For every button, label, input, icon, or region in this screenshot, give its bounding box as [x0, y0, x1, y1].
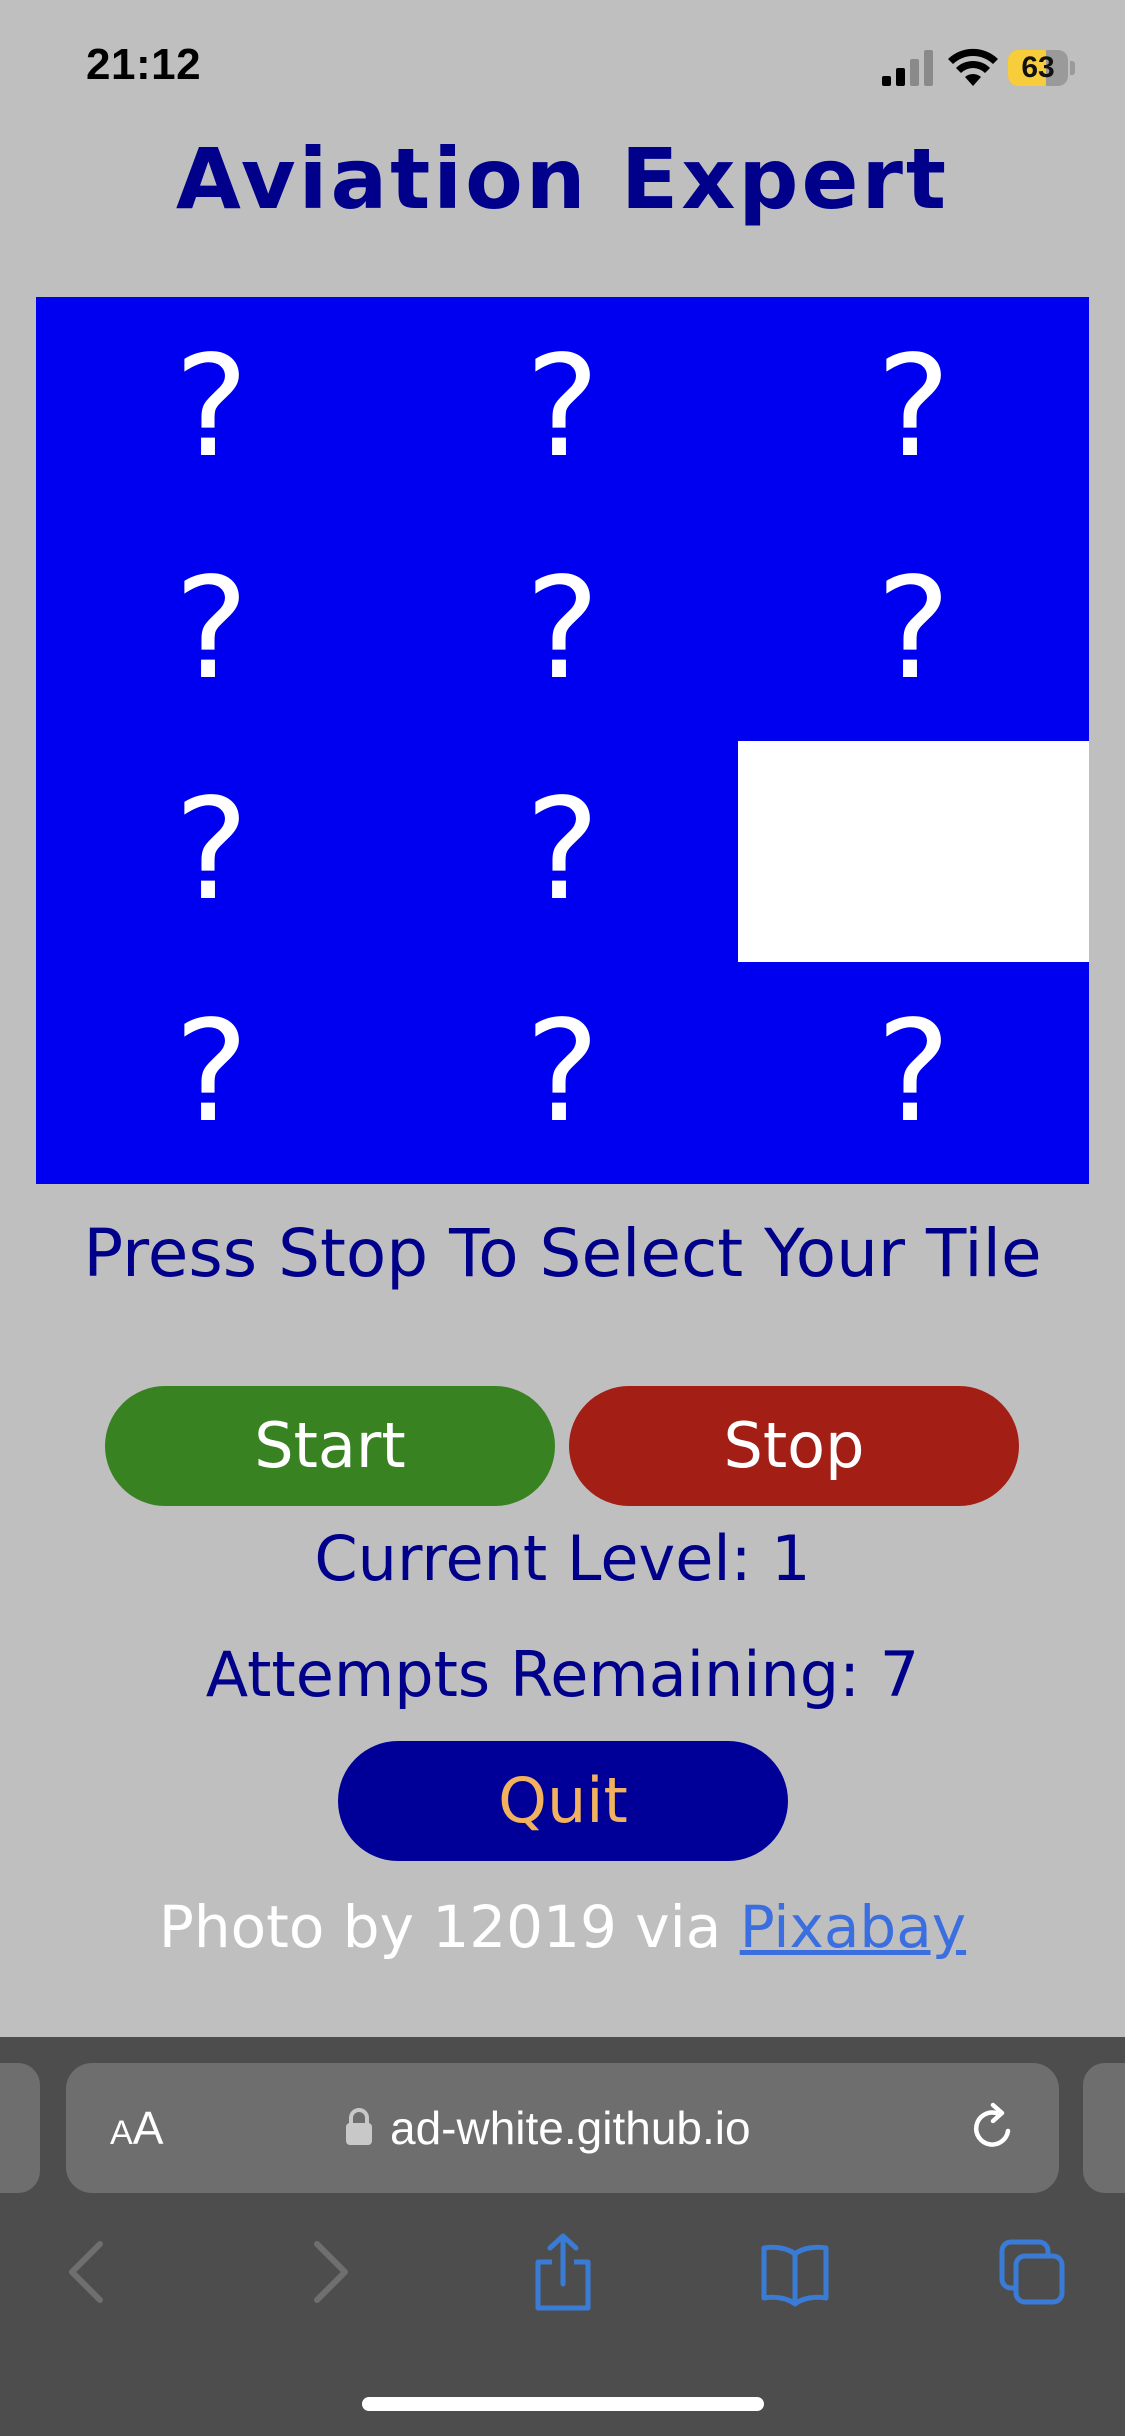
cellular-signal-icon	[882, 50, 933, 86]
tile[interactable]: ?	[387, 297, 738, 519]
browser-toolbar: AA ad-white.github.io	[0, 2037, 1125, 2436]
lock-icon	[346, 2108, 372, 2145]
chevron-left-icon[interactable]	[52, 2232, 122, 2312]
photo-credit: Photo by 12019 via Pixabay	[0, 1893, 1125, 1961]
tile[interactable]: ?	[36, 740, 387, 963]
tile[interactable]: ?	[387, 740, 738, 963]
selected-tile[interactable]	[738, 740, 1089, 963]
attempts-remaining: Attempts Remaining: 7	[205, 1638, 920, 1711]
tile[interactable]: ?	[36, 518, 387, 741]
share-icon[interactable]	[528, 2232, 598, 2312]
quit-button[interactable]: Quit	[338, 1741, 788, 1861]
reader-options-button[interactable]: AA	[110, 2063, 163, 2193]
book-icon[interactable]	[760, 2232, 830, 2312]
tile[interactable]: ?	[36, 297, 387, 519]
tile[interactable]: ?	[36, 962, 387, 1184]
tile[interactable]: ?	[387, 518, 738, 741]
start-button[interactable]: Start	[105, 1386, 555, 1506]
current-level: Current Level: 1	[314, 1522, 811, 1595]
battery-icon: 63	[1008, 50, 1076, 86]
instruction-text: Press Stop To Select Your Tile	[83, 1215, 1042, 1292]
home-indicator	[362, 2397, 764, 2411]
tile[interactable]: ?	[738, 518, 1089, 741]
aa-large: A	[132, 2102, 164, 2154]
next-tab-preview[interactable]	[1083, 2063, 1125, 2193]
reload-icon[interactable]	[966, 2101, 1020, 2155]
tile[interactable]: ?	[738, 297, 1089, 519]
pixabay-link[interactable]: Pixabay	[740, 1893, 966, 1961]
aa-small: A	[110, 2114, 133, 2152]
address-bar[interactable]: AA ad-white.github.io	[66, 2063, 1059, 2193]
wifi-icon	[948, 48, 998, 86]
chevron-right-icon[interactable]	[295, 2232, 365, 2312]
tabs-icon[interactable]	[998, 2232, 1068, 2312]
credit-prefix: Photo by 12019 via	[158, 1893, 740, 1961]
status-time: 21:12	[86, 40, 202, 89]
url-text: ad-white.github.io	[390, 2102, 751, 2154]
tile[interactable]: ?	[738, 962, 1089, 1184]
tile-grid: ???????????	[36, 297, 1089, 1184]
previous-tab-preview[interactable]	[0, 2063, 40, 2193]
page-title: Aviation Expert	[175, 130, 950, 228]
tile[interactable]: ?	[387, 962, 738, 1184]
battery-level: 63	[1021, 51, 1055, 84]
stop-button[interactable]: Stop	[569, 1386, 1019, 1506]
status-bar: 21:12 63	[0, 0, 1125, 140]
